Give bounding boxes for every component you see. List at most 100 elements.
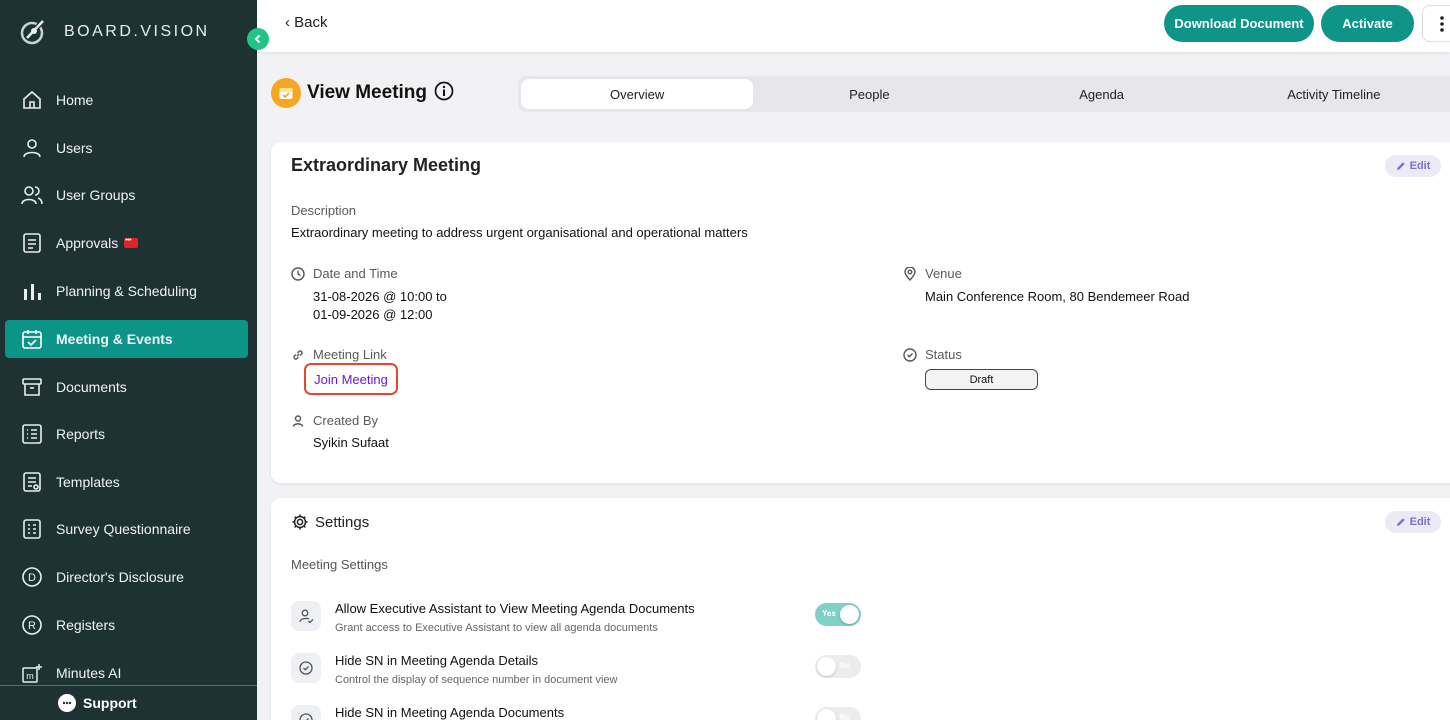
sidebar-item-label: Reports: [56, 426, 106, 442]
sidebar-item-label: Registers: [56, 617, 116, 633]
location-pin-icon: [903, 266, 917, 281]
r-circle-icon: R: [21, 614, 43, 636]
sidebar: BOARD.VISION Home Users User Groups Appr…: [0, 0, 257, 720]
gear-icon: [292, 514, 308, 530]
hide-sn-agenda-documents-toggle[interactable]: No: [815, 707, 861, 720]
minutes-ai-icon: m: [21, 662, 43, 684]
join-meeting-link[interactable]: Join Meeting: [314, 372, 388, 387]
sidebar-item-label: Approvals: [56, 234, 119, 251]
hide-sn-agenda-details-toggle[interactable]: No: [815, 655, 861, 678]
edit-settings-button[interactable]: Edit: [1385, 511, 1441, 533]
calendar-icon: [271, 78, 301, 108]
activate-button[interactable]: Activate: [1321, 5, 1414, 42]
sidebar-item-label: Documents: [56, 378, 127, 395]
edit-overview-button[interactable]: Edit: [1385, 155, 1441, 177]
board-vision-logo-icon: [20, 20, 44, 45]
survey-icon: [21, 518, 43, 540]
join-meeting-highlight: Join Meeting: [304, 363, 398, 395]
sidebar-item-label: Templates: [56, 473, 120, 490]
meeting-overview-card: Extraordinary Meeting Edit Description E…: [271, 142, 1450, 483]
sidebar-item-approvals[interactable]: Approvals: [5, 219, 248, 266]
tab-people[interactable]: People: [753, 79, 985, 109]
approvals-icon: [21, 232, 43, 254]
venue-label-row: Venue: [903, 266, 962, 281]
sidebar-item-directors-disclosure[interactable]: D Director's Disclosure: [5, 553, 248, 601]
sidebar-item-label: Director's Disclosure: [56, 569, 184, 585]
executive-assistant-toggle[interactable]: Yes: [815, 603, 861, 626]
sidebar-item-survey-questionnaire[interactable]: Survey Questionnaire: [5, 505, 248, 553]
settings-heading: Settings: [291, 513, 369, 531]
sidebar-item-user-groups[interactable]: User Groups: [5, 171, 248, 219]
back-button[interactable]: ‹ Back: [285, 14, 328, 31]
created-by-label-row: Created By: [291, 413, 378, 428]
kebab-menu-icon: [1440, 15, 1444, 32]
meeting-link-label: Meeting Link: [313, 347, 387, 362]
sidebar-nav: Home Users User Groups Approvals Plannin…: [0, 76, 257, 697]
sidebar-item-registers[interactable]: R Registers: [5, 601, 248, 649]
sidebar-item-reports[interactable]: Reports: [5, 410, 248, 458]
home-icon: [21, 89, 43, 111]
d-circle-icon: D: [21, 566, 43, 588]
back-label: Back: [294, 14, 328, 31]
sidebar-item-meeting-events[interactable]: Meeting & Events: [5, 320, 248, 358]
tab-activity-timeline[interactable]: Activity Timeline: [1218, 79, 1450, 109]
download-document-button[interactable]: Download Document: [1164, 5, 1314, 42]
chat-bubble-icon: [58, 694, 76, 712]
settings-title: Settings: [315, 513, 370, 531]
venue-label: Venue: [925, 266, 962, 281]
user-icon: [21, 137, 43, 159]
sidebar-item-planning-scheduling[interactable]: Planning & Scheduling: [5, 266, 248, 316]
toggle-label: Yes: [822, 609, 836, 618]
clock-icon: [291, 266, 305, 281]
meeting-title: Extraordinary Meeting: [291, 155, 482, 175]
status-badge: Draft: [925, 369, 1038, 390]
pencil-icon: [1396, 162, 1405, 170]
tab-overview[interactable]: Overview: [521, 79, 754, 109]
datetime-label: Date and Time: [313, 266, 398, 281]
datetime-label-row: Date and Time: [291, 266, 398, 281]
sidebar-item-label: Home: [56, 92, 94, 108]
sidebar-item-documents[interactable]: Documents: [5, 363, 248, 410]
datetime-start: 31-08-2026 @ 10:00 to: [313, 289, 447, 304]
notification-badge-icon: [124, 237, 139, 248]
created-by-value: Syikin Sufaat: [313, 435, 389, 450]
collapse-sidebar-button[interactable]: [247, 28, 269, 50]
datetime-end: 01-09-2026 @ 12:00: [313, 307, 433, 322]
edit-label: Edit: [1409, 516, 1431, 528]
status-label-row: Status: [903, 347, 962, 362]
list-icon: [21, 423, 43, 445]
setting-subtitle: Control the display of sequence number i…: [335, 674, 618, 686]
check-circle-icon: [903, 347, 917, 362]
toggle-label: No: [840, 661, 851, 670]
users-icon: [21, 184, 43, 206]
sidebar-item-label: Minutes AI: [56, 665, 122, 681]
venue-value: Main Conference Room, 80 Bendemeer Road: [925, 289, 1190, 304]
more-options-button[interactable]: [1422, 5, 1450, 42]
description-value: Extraordinary meeting to address urgent …: [291, 225, 748, 240]
page-title: View Meeting: [307, 82, 428, 103]
sidebar-item-label: Survey Questionnaire: [56, 521, 191, 537]
sidebar-item-label: Planning & Scheduling: [56, 283, 197, 299]
brand[interactable]: BOARD.VISION: [18, 18, 210, 46]
brand-name: BOARD.VISION: [64, 23, 210, 40]
status-label: Status: [925, 347, 962, 362]
toggle-knob: [840, 605, 859, 624]
meeting-settings-label: Meeting Settings: [291, 557, 388, 572]
sidebar-item-label: User Groups: [56, 187, 136, 203]
info-icon[interactable]: [434, 81, 454, 106]
sidebar-item-label: Users: [56, 139, 93, 156]
sidebar-item-templates[interactable]: Templates: [5, 458, 248, 505]
toggle-knob: [817, 709, 836, 720]
tab-agenda[interactable]: Agenda: [986, 79, 1218, 109]
tab-bar: Overview People Agenda Activity Timeline: [518, 76, 1450, 112]
template-icon: [21, 471, 43, 493]
check-circle-icon: [291, 653, 321, 683]
setting-title: Allow Executive Assistant to View Meetin…: [335, 601, 695, 616]
support-button[interactable]: Support: [0, 685, 257, 720]
sidebar-item-users[interactable]: Users: [5, 124, 248, 171]
link-icon: [291, 348, 305, 362]
pencil-icon: [1396, 518, 1405, 526]
svg-text:m: m: [26, 671, 34, 681]
sidebar-item-home[interactable]: Home: [5, 76, 248, 124]
sidebar-item-label: Meeting & Events: [56, 331, 173, 347]
